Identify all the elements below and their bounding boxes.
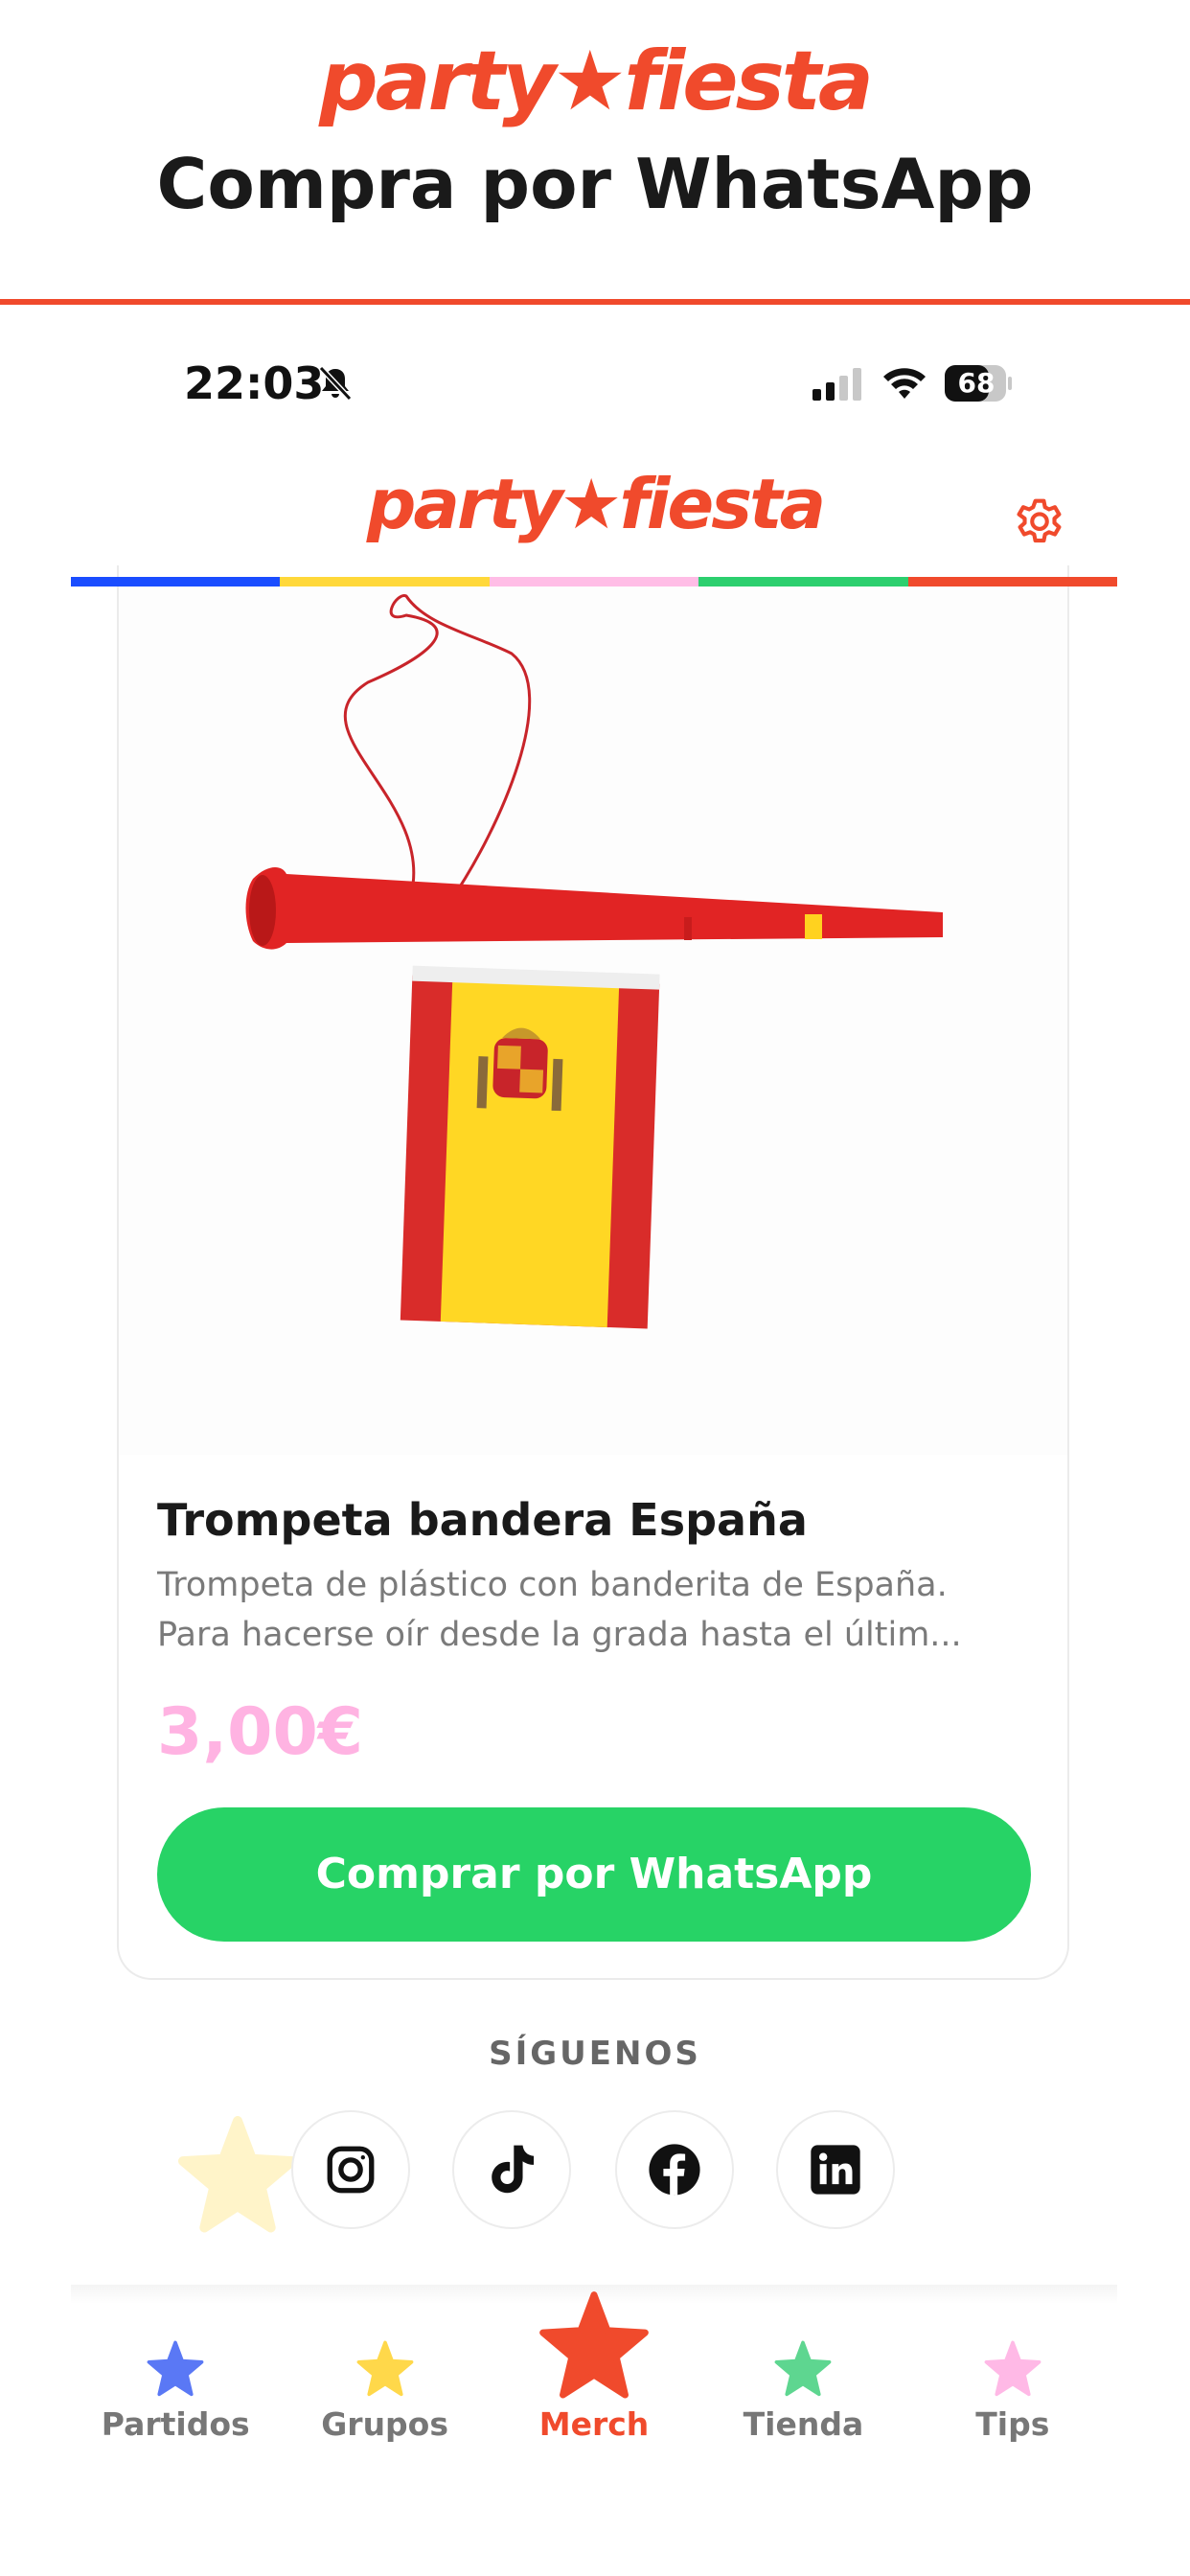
bell-slash-icon: [318, 365, 353, 402]
star-icon: [356, 2340, 414, 2397]
nav-item-merch[interactable]: Merch: [490, 2291, 698, 2467]
nav-label: Partidos: [101, 2405, 250, 2443]
star-icon: [984, 2340, 1041, 2397]
bottom-nav: Partidos Grupos Merch Tienda Tips: [71, 2291, 1117, 2467]
follow-title: SÍGUENOS: [489, 2035, 701, 2073]
stripe-segment: [280, 577, 490, 586]
nav-label: Tienda: [743, 2405, 864, 2443]
instagram-icon: [327, 2146, 375, 2194]
stripe-segment: [489, 577, 699, 586]
nav-item-tips[interactable]: Tips: [908, 2294, 1117, 2467]
promo-divider: [0, 299, 1190, 305]
stripe-segment: [698, 577, 908, 586]
gear-icon[interactable]: [1010, 494, 1069, 554]
nav-item-tienda[interactable]: Tienda: [698, 2294, 907, 2467]
star-icon: [539, 2291, 649, 2399]
status-time: 22:03: [184, 357, 325, 409]
promo-title: Compra por WhatsApp: [156, 144, 1034, 224]
facebook-icon: [649, 2144, 700, 2196]
product-description: Trompeta de plástico con banderita de Es…: [157, 1560, 1039, 1660]
tiktok-button[interactable]: [452, 2110, 571, 2229]
star-icon: [147, 2340, 204, 2397]
description-line: Para hacerse oír desde la grada hasta el…: [157, 1616, 962, 1654]
product-price: 3,00€: [157, 1694, 364, 1770]
product-name: Trompeta bandera España: [157, 1494, 808, 1546]
signal-icon: [812, 368, 861, 401]
instagram-button[interactable]: [291, 2110, 410, 2229]
nav-item-grupos[interactable]: Grupos: [280, 2294, 489, 2467]
nav-item-partidos[interactable]: Partidos: [71, 2294, 280, 2467]
battery-level: 68: [957, 367, 995, 399]
stripe-segment: [907, 577, 1118, 586]
nav-label: Tips: [975, 2405, 1050, 2443]
nav-label: Merch: [538, 2405, 650, 2443]
linkedin-button[interactable]: [776, 2110, 895, 2229]
linkedin-icon: [811, 2145, 860, 2195]
description-line: Trompeta de plástico con banderita de Es…: [157, 1566, 948, 1604]
stripe-segment: [71, 577, 281, 586]
nav-label: Grupos: [321, 2405, 448, 2443]
buy-whatsapp-button[interactable]: Comprar por WhatsApp: [157, 1807, 1031, 1942]
color-stripe: [71, 577, 1118, 586]
product-image: [119, 586, 1067, 1455]
promo-logo: party★fiesta: [319, 34, 874, 129]
star-icon: [775, 2340, 832, 2397]
tiktok-icon: [492, 2145, 535, 2194]
wifi-icon: [883, 368, 926, 399]
facebook-button[interactable]: [615, 2110, 734, 2229]
faded-star-icon: [178, 2116, 297, 2233]
